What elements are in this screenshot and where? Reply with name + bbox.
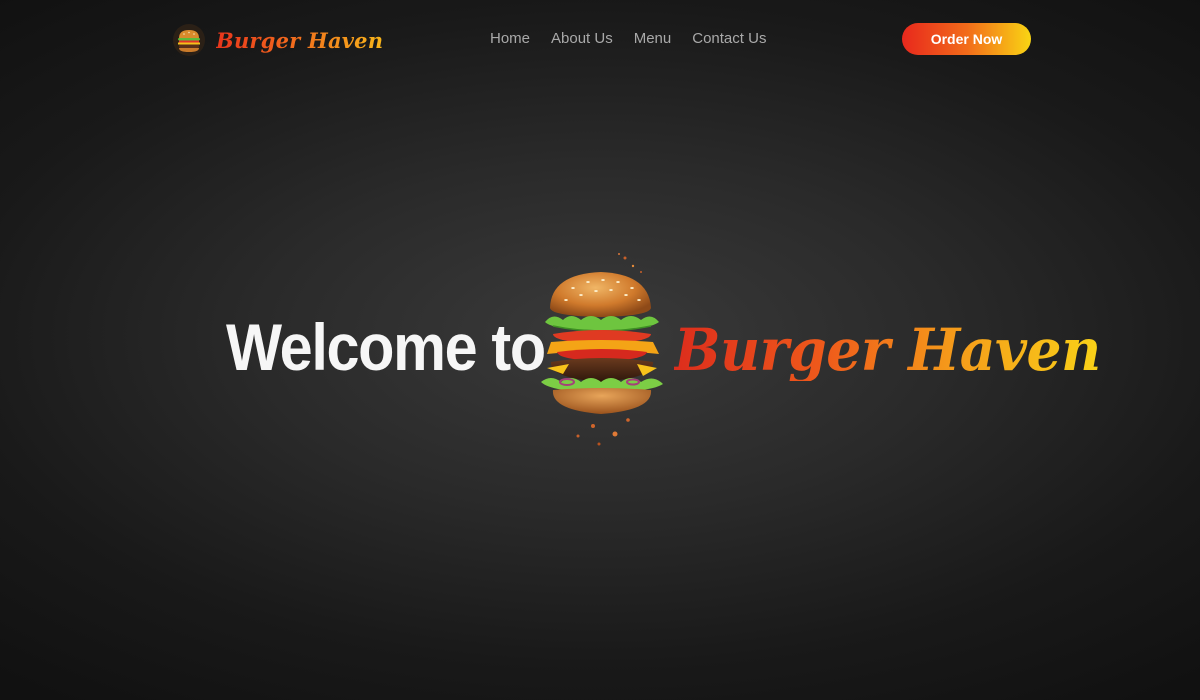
nav-link-contact-us[interactable]: Contact Us bbox=[692, 30, 766, 47]
burger-icon bbox=[173, 24, 205, 56]
hero-welcome-text: Welcome to bbox=[226, 310, 546, 384]
hero-brand-text: Burger Haven bbox=[674, 316, 1101, 384]
nav-menu: Home About Us Menu Contact Us bbox=[490, 30, 766, 47]
navbar: Burger Haven Home About Us Menu Contact … bbox=[0, 0, 1200, 80]
order-now-button[interactable]: Order Now bbox=[902, 23, 1031, 55]
nav-link-home[interactable]: Home bbox=[490, 30, 530, 47]
logo[interactable]: Burger Haven bbox=[172, 22, 383, 58]
logo-text: Burger Haven bbox=[216, 27, 384, 53]
burger-image bbox=[541, 253, 663, 446]
nav-link-about-us[interactable]: About Us bbox=[551, 30, 613, 47]
nav-link-menu[interactable]: Menu bbox=[634, 30, 672, 47]
hero-section: Welcome to Burger Haven bbox=[0, 250, 1200, 450]
